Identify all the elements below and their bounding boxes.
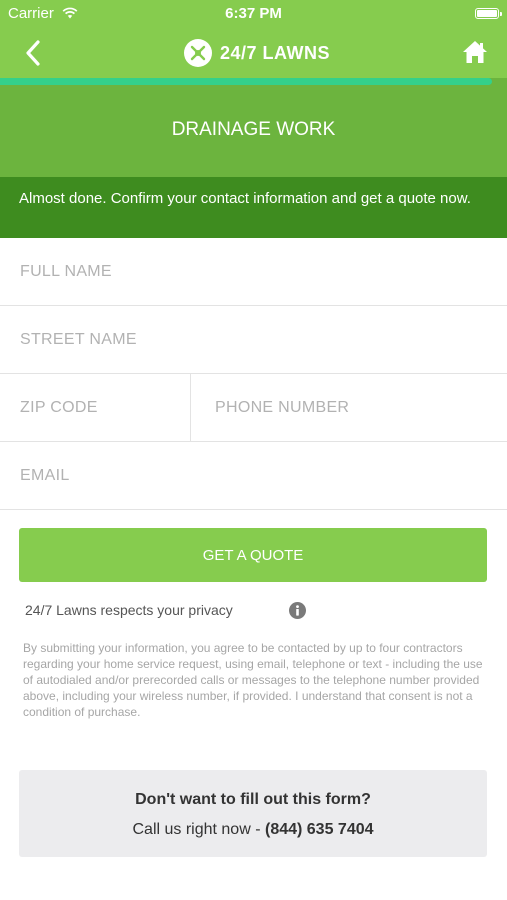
progress-bar <box>0 78 507 85</box>
call-us-question: Don't want to fill out this form? <box>135 791 371 808</box>
phone-number-field-container <box>191 374 507 442</box>
info-icon[interactable] <box>289 602 306 619</box>
brand-name: 24/7 LAWNS <box>220 42 331 63</box>
privacy-label: 24/7 Lawns respects your privacy <box>25 602 233 618</box>
nav-bar: 24/7 LAWNS <box>0 28 507 78</box>
call-us-box: Don't want to fill out this form? Call u… <box>19 770 487 857</box>
home-icon[interactable] <box>461 38 489 66</box>
battery-icon <box>475 8 502 19</box>
consent-disclaimer: By submitting your information, you agre… <box>23 641 483 719</box>
page-title: DRAINAGE WORK <box>171 119 336 140</box>
full-name-input[interactable] <box>0 238 507 305</box>
lawn-logo-icon <box>184 39 212 67</box>
clock: 6:37 PM <box>225 5 282 22</box>
zip-code-input[interactable] <box>0 374 190 441</box>
brand-logo: 24/7 LAWNS <box>184 39 330 67</box>
street-name-input[interactable] <box>0 306 507 373</box>
zip-code-field-container <box>0 374 191 442</box>
chevron-left-icon[interactable] <box>18 36 52 70</box>
email-input[interactable] <box>0 442 507 509</box>
phone-link[interactable]: (844) 635 7404 <box>265 821 374 838</box>
progress-fill <box>0 78 492 85</box>
info-message: Almost done. Confirm your contact inform… <box>19 190 471 207</box>
get-quote-button[interactable]: GET A QUOTE <box>19 528 487 582</box>
call-us-prefix: Call us right now - <box>132 821 265 838</box>
info-banner: Almost done. Confirm your contact inform… <box>0 177 507 238</box>
full-name-field-container <box>0 238 507 306</box>
phone-number-input[interactable] <box>191 374 507 441</box>
page-header: DRAINAGE WORK <box>0 85 507 177</box>
status-bar: Carrier 6:37 PM <box>0 0 507 28</box>
call-us-line: Call us right now - (844) 635 7404 <box>19 821 487 839</box>
email-field-container <box>0 442 507 510</box>
street-name-field-container <box>0 306 507 374</box>
